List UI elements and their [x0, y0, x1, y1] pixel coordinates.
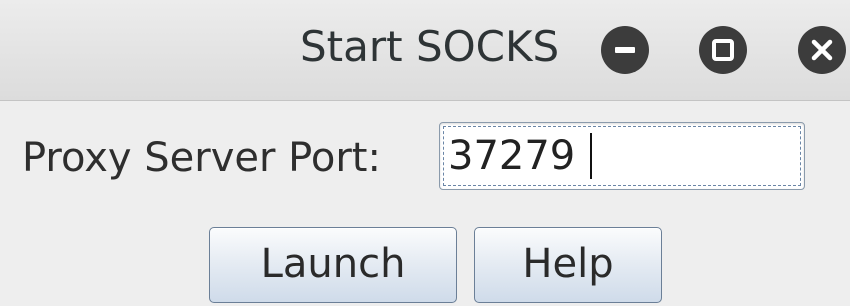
- proxy-port-label: Proxy Server Port:: [22, 135, 381, 181]
- maximize-button[interactable]: [699, 26, 747, 74]
- titlebar[interactable]: Start SOCKS: [0, 0, 850, 101]
- close-button[interactable]: [798, 26, 846, 74]
- maximize-icon: [712, 39, 734, 61]
- close-icon: [811, 39, 833, 61]
- minimize-icon: [615, 47, 635, 53]
- window-title: Start SOCKS: [300, 22, 560, 71]
- help-button[interactable]: Help: [474, 227, 662, 303]
- proxy-port-input[interactable]: [448, 129, 788, 183]
- minimize-button[interactable]: [601, 26, 649, 74]
- proxy-port-field-frame[interactable]: [439, 122, 805, 190]
- launch-button[interactable]: Launch: [209, 227, 457, 303]
- start-socks-dialog: Start SOCKS Proxy Server Port: Launch He…: [0, 0, 850, 306]
- text-caret: [590, 133, 592, 179]
